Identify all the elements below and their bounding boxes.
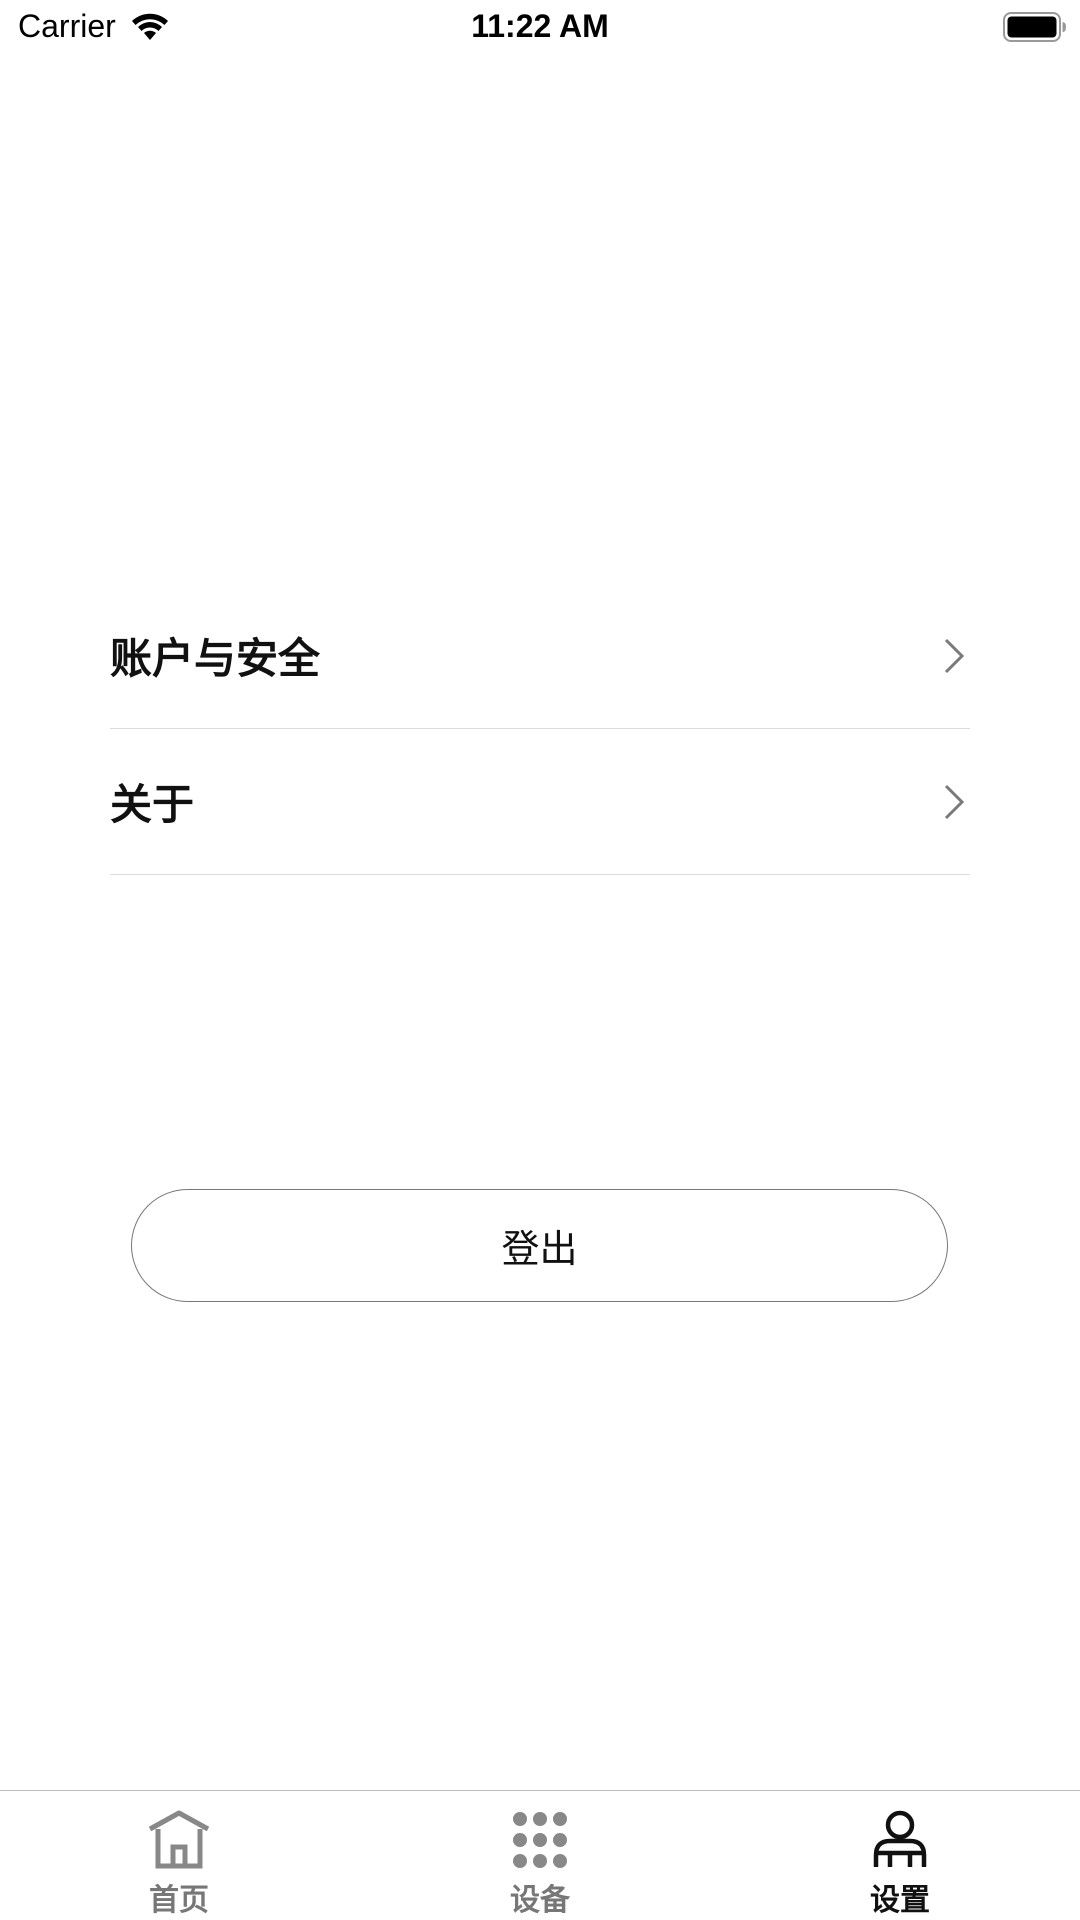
tab-label: 首页 [149, 1883, 209, 1918]
tab-devices[interactable]: 设备 [440, 1791, 640, 1920]
battery-icon [1003, 12, 1066, 42]
tab-home[interactable]: 首页 [79, 1791, 279, 1920]
person-icon [873, 1810, 927, 1867]
logout-label: 登出 [501, 1227, 578, 1271]
settings-menu: 账户与安全 关于 [110, 583, 970, 875]
menu-item-about[interactable]: 关于 [110, 729, 970, 875]
menu-item-account-security[interactable]: 账户与安全 [110, 583, 970, 729]
menu-item-label: 账户与安全 [110, 634, 321, 683]
tab-label: 设备 [510, 1883, 570, 1918]
grid-icon [513, 1812, 567, 1868]
home-icon [148, 1810, 210, 1869]
chevron-right-icon [944, 638, 965, 673]
menu-item-label: 关于 [110, 780, 195, 829]
tab-bar: 首页 设备 设置 [0, 1790, 1080, 1920]
chevron-right-icon [944, 784, 965, 819]
tab-settings[interactable]: 设置 [800, 1791, 1000, 1920]
tab-label: 设置 [870, 1883, 930, 1918]
status-bar: Carrier 11:22 AM [0, 0, 1080, 56]
logout-button[interactable]: 登出 [131, 1189, 948, 1302]
settings-screen: Carrier 11:22 AM 账户与安全 关于 登出 首页 设备 设置 [0, 0, 1080, 1920]
clock: 11:22 AM [471, 8, 609, 44]
